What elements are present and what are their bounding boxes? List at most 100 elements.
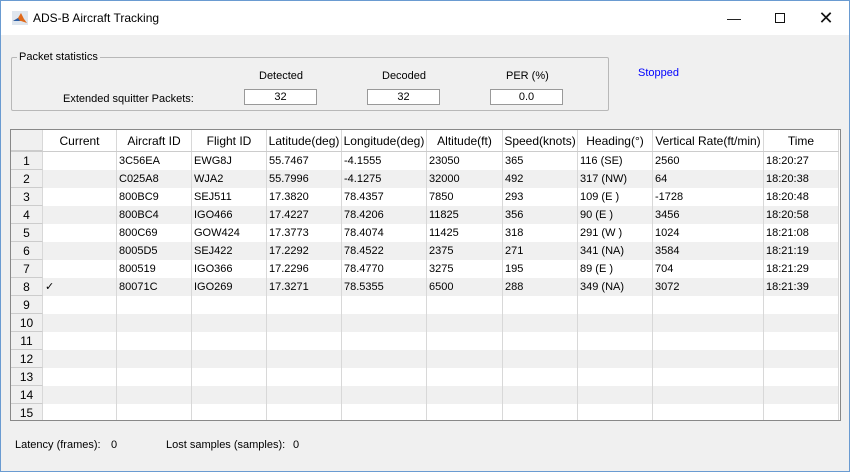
- table-cell[interactable]: [192, 332, 267, 350]
- table-cell[interactable]: 78.4074: [342, 224, 427, 242]
- table-cell[interactable]: 271: [503, 242, 578, 260]
- table-cell[interactable]: [43, 224, 117, 242]
- table-cell[interactable]: [342, 296, 427, 314]
- row-number[interactable]: 9: [11, 296, 43, 314]
- table-cell[interactable]: [653, 404, 764, 420]
- column-header[interactable]: Longitude(deg): [342, 130, 427, 151]
- table-cell[interactable]: SEJ511: [192, 188, 267, 206]
- table-cell[interactable]: 288: [503, 278, 578, 296]
- table-cell[interactable]: [192, 368, 267, 386]
- table-cell[interactable]: 349 (NA): [578, 278, 653, 296]
- table-cell[interactable]: [764, 296, 839, 314]
- table-cell[interactable]: [342, 404, 427, 420]
- table-cell[interactable]: 64: [653, 170, 764, 188]
- column-header[interactable]: Heading(°): [578, 130, 653, 151]
- table-cell[interactable]: [653, 332, 764, 350]
- table-cell[interactable]: 365: [503, 152, 578, 170]
- row-number[interactable]: 5: [11, 224, 43, 242]
- table-cell[interactable]: 18:21:29: [764, 260, 839, 278]
- table-cell[interactable]: [117, 332, 192, 350]
- table-cell[interactable]: 55.7467: [267, 152, 342, 170]
- table-cell[interactable]: [764, 314, 839, 332]
- table-cell[interactable]: 55.7996: [267, 170, 342, 188]
- table-cell[interactable]: [578, 368, 653, 386]
- row-number[interactable]: 14: [11, 386, 43, 404]
- table-cell[interactable]: SEJ422: [192, 242, 267, 260]
- table-cell[interactable]: 3456: [653, 206, 764, 224]
- table-cell[interactable]: [117, 404, 192, 420]
- row-number[interactable]: 2: [11, 170, 43, 188]
- close-button[interactable]: ✕: [803, 1, 849, 35]
- table-cell[interactable]: 17.3820: [267, 188, 342, 206]
- table-cell[interactable]: [653, 314, 764, 332]
- table-cell[interactable]: 78.4770: [342, 260, 427, 278]
- table-cell[interactable]: [43, 242, 117, 260]
- table-cell[interactable]: [43, 296, 117, 314]
- table-row[interactable]: 2 C025A8 WJA2 55.7996 -4.1275 32000 492 317 (NW…: [11, 170, 839, 188]
- column-header[interactable]: Altitude(ft): [427, 130, 503, 151]
- table-cell[interactable]: 3072: [653, 278, 764, 296]
- table-cell[interactable]: [117, 296, 192, 314]
- table-cell[interactable]: [192, 296, 267, 314]
- row-number[interactable]: 4: [11, 206, 43, 224]
- table-cell[interactable]: [653, 350, 764, 368]
- table-cell[interactable]: 18:20:27: [764, 152, 839, 170]
- table-cell[interactable]: 800BC9: [117, 188, 192, 206]
- table-row[interactable]: 5 800C69 GOW424 17.3773 78.4074 11425 318 291 (…: [11, 224, 839, 242]
- table-cell[interactable]: 90 (E ): [578, 206, 653, 224]
- table-cell[interactable]: 2560: [653, 152, 764, 170]
- column-header[interactable]: Current: [43, 130, 117, 151]
- table-cell[interactable]: [43, 350, 117, 368]
- table-cell[interactable]: 17.3271: [267, 278, 342, 296]
- table-cell[interactable]: [43, 170, 117, 188]
- table-cell[interactable]: 11425: [427, 224, 503, 242]
- column-header[interactable]: Aircraft ID: [117, 130, 192, 151]
- table-cell[interactable]: [267, 332, 342, 350]
- table-row[interactable]: 15: [11, 404, 839, 420]
- table-cell[interactable]: 356: [503, 206, 578, 224]
- row-number[interactable]: 11: [11, 332, 43, 350]
- table-row[interactable]: 12: [11, 350, 839, 368]
- table-cell[interactable]: C025A8: [117, 170, 192, 188]
- column-header[interactable]: Flight ID: [192, 130, 267, 151]
- row-number[interactable]: 8: [11, 278, 43, 296]
- table-cell[interactable]: [764, 350, 839, 368]
- column-header[interactable]: Vertical Rate(ft/min): [653, 130, 764, 151]
- table-row[interactable]: 13: [11, 368, 839, 386]
- table-cell[interactable]: [43, 386, 117, 404]
- table-cell[interactable]: WJA2: [192, 170, 267, 188]
- table-cell[interactable]: [267, 368, 342, 386]
- table-cell[interactable]: 293: [503, 188, 578, 206]
- table-cell[interactable]: 78.5355: [342, 278, 427, 296]
- table-cell[interactable]: [43, 206, 117, 224]
- table-cell[interactable]: 8005D5: [117, 242, 192, 260]
- table-cell[interactable]: 7850: [427, 188, 503, 206]
- row-number[interactable]: 12: [11, 350, 43, 368]
- table-cell[interactable]: [192, 404, 267, 420]
- table-cell[interactable]: [427, 368, 503, 386]
- row-number[interactable]: 15: [11, 404, 43, 420]
- table-cell[interactable]: 704: [653, 260, 764, 278]
- table-cell[interactable]: [342, 368, 427, 386]
- table-cell[interactable]: 78.4357: [342, 188, 427, 206]
- table-cell[interactable]: IGO466: [192, 206, 267, 224]
- table-cell[interactable]: -4.1555: [342, 152, 427, 170]
- table-cell[interactable]: [503, 404, 578, 420]
- table-cell[interactable]: [427, 296, 503, 314]
- table-cell[interactable]: 78.4522: [342, 242, 427, 260]
- table-cell[interactable]: [578, 386, 653, 404]
- column-header[interactable]: Speed(knots): [503, 130, 578, 151]
- table-row[interactable]: 8 ✓ 80071C IGO269 17.3271 78.5355 6500 288 349 (…: [11, 278, 839, 296]
- table-cell[interactable]: [427, 386, 503, 404]
- table-cell[interactable]: 18:21:08: [764, 224, 839, 242]
- table-cell[interactable]: ✓: [43, 278, 117, 296]
- table-cell[interactable]: 78.4206: [342, 206, 427, 224]
- table-cell[interactable]: 116 (SE): [578, 152, 653, 170]
- table-cell[interactable]: -1728: [653, 188, 764, 206]
- table-cell[interactable]: 800C69: [117, 224, 192, 242]
- table-cell[interactable]: IGO366: [192, 260, 267, 278]
- table-cell[interactable]: 80071C: [117, 278, 192, 296]
- table-cell[interactable]: [117, 314, 192, 332]
- maximize-button[interactable]: [757, 1, 803, 35]
- table-cell[interactable]: [427, 350, 503, 368]
